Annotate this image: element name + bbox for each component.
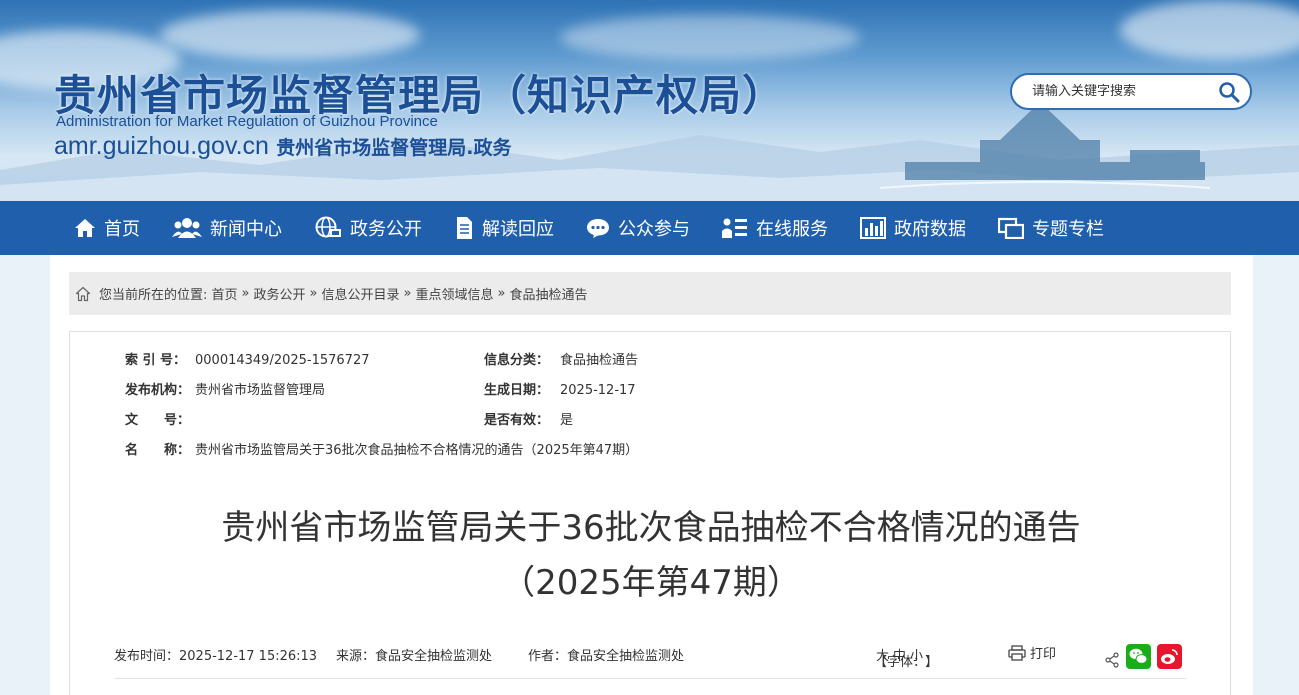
nav-item-label: 首页 [104, 219, 140, 240]
breadcrumb-separator: » [309, 286, 318, 301]
nav-item-government-data[interactable]: 政府数据 [860, 215, 966, 241]
search-icon[interactable] [1218, 81, 1240, 103]
site-domain-url: amr.guizhou.gov.cn [54, 132, 269, 160]
content-page: 您当前所在的位置: 首页 » 政务公开 » 信息公开目录 » 重点领域信息 » … [50, 255, 1253, 695]
publish-time: 发布时间：2025-12-17 15:26:13 [114, 649, 318, 664]
meta-label: 索 引 号： [125, 353, 187, 368]
meta-valid: 是否有效： 是 [484, 409, 573, 428]
meta-label: 生成日期： [484, 383, 550, 398]
meta-label: 文 号： [125, 413, 191, 428]
meta-value: 是 [560, 413, 574, 428]
article-container: 索 引 号： 000014349/2025-1576727 信息分类： 食品抽检通告… [69, 331, 1231, 695]
breadcrumb-link-food-inspection[interactable]: 食品抽检通告 [509, 284, 587, 303]
search-input[interactable] [1032, 84, 1212, 99]
search-box [1010, 73, 1252, 110]
person-list-icon [722, 218, 747, 238]
article-title-line: （2025年第47期） [501, 563, 801, 603]
font-size-label: 【字体： [874, 655, 927, 670]
banner-cloud [560, 15, 860, 60]
weibo-share-icon[interactable] [1157, 644, 1182, 669]
article-author: 作者：食品安全抽检监测处 [528, 649, 685, 664]
site-domain-suffix: 贵州省市场监督管理局.政务 [276, 137, 512, 159]
nav-item-online-service[interactable]: 在线服务 [722, 215, 828, 241]
printer-icon [1008, 644, 1026, 661]
meta-label: 是否有效： [484, 413, 550, 428]
print-label: 打印 [1030, 647, 1057, 662]
nav-item-label: 专题专栏 [1032, 219, 1104, 240]
breadcrumb-separator: » [403, 286, 412, 301]
globe-icon [315, 216, 341, 238]
font-size-label-close: 】 [925, 655, 939, 670]
meta-index-no: 索 引 号： 000014349/2025-1576727 [125, 349, 370, 368]
breadcrumb-prefix: 您当前所在的位置: [99, 288, 208, 303]
breadcrumb-link-directory[interactable]: 信息公开目录 [322, 284, 400, 303]
banner-cloud [160, 10, 420, 60]
article-source: 来源：食品安全抽检监测处 [336, 649, 493, 664]
home-icon [75, 219, 95, 237]
home-outline-icon [75, 286, 91, 301]
meta-category: 信息分类： 食品抽检通告 [484, 349, 638, 368]
meta-doc-no: 文 号： [125, 409, 195, 428]
meta-name: 名 称： 贵州省市场监管局关于36批次食品抽检不合格情况的通告（2025年第47期… [125, 439, 638, 458]
site-banner: 贵州省市场监督管理局（知识产权局） Administration for Mar… [0, 0, 1299, 201]
meta-label: 信息分类： [484, 353, 550, 368]
meta-value: 贵州省市场监管局关于36批次食品抽检不合格情况的通告（2025年第47期） [195, 443, 639, 458]
chat-icon [587, 219, 609, 238]
article-title: 贵州省市场监管局关于36批次食品抽检不合格情况的通告 （2025年第47期） [70, 501, 1232, 611]
breadcrumb-link-home[interactable]: 首页 [212, 284, 238, 303]
nav-item-special-topics[interactable]: 专题专栏 [998, 215, 1104, 241]
print-button[interactable]: 打印 [1008, 643, 1056, 662]
meta-label: 名 称： [125, 443, 191, 458]
wechat-share-icon[interactable] [1126, 644, 1151, 669]
breadcrumb-link-key-fields[interactable]: 重点领域信息 [415, 284, 493, 303]
breadcrumb-link-government-affairs[interactable]: 政务公开 [254, 284, 306, 303]
nav-item-label: 解读回应 [482, 219, 554, 240]
meta-value: 2025-12-17 [560, 383, 636, 398]
windows-icon [998, 217, 1024, 239]
nav-item-label: 新闻中心 [210, 219, 282, 240]
meta-publisher: 发布机构： 贵州省市场监督管理局 [125, 379, 325, 398]
nav-item-label: 在线服务 [756, 219, 828, 240]
site-title-en: Administration for Market Regulation of … [56, 113, 438, 130]
nav-item-interpretation[interactable]: 解读回应 [454, 215, 554, 241]
meta-label: 发布机构： [125, 383, 191, 398]
main-nav: 首页 新闻中心 政务公开 解读回应 公众参与 在线服务 政府数据 专题专栏 [0, 201, 1299, 255]
nav-item-label: 政府数据 [894, 219, 966, 240]
meta-value: 食品抽检通告 [560, 353, 639, 368]
breadcrumb-separator: » [497, 286, 506, 301]
nav-item-participation[interactable]: 公众参与 [586, 215, 690, 241]
meta-value: 贵州省市场监督管理局 [195, 383, 326, 398]
font-size-switcher: 【字体：大中小】 [874, 645, 938, 670]
breadcrumb-separator: » [241, 286, 250, 301]
site-domain: amr.guizhou.gov.cn 贵州省市场监督管理局.政务 [54, 132, 511, 161]
users-icon [172, 218, 202, 238]
meta-value: 000014349/2025-1576727 [195, 353, 370, 368]
article-title-line: 贵州省市场监管局关于36批次食品抽检不合格情况的通告 [221, 508, 1081, 548]
nav-item-government-affairs[interactable]: 政务公开 [314, 215, 422, 241]
nav-item-news[interactable]: 新闻中心 [172, 215, 282, 241]
bar-chart-icon [860, 217, 886, 239]
article-info-bar: 发布时间：2025-12-17 15:26:13 来源：食品安全抽检监测处 作者… [114, 639, 1186, 679]
nav-item-home[interactable]: 首页 [74, 215, 140, 241]
share-icon[interactable] [1104, 652, 1120, 668]
nav-item-label: 公众参与 [618, 219, 690, 240]
document-icon [457, 217, 472, 239]
nav-item-label: 政务公开 [350, 219, 422, 240]
banner-cloud [1120, 0, 1299, 60]
meta-date: 生成日期： 2025-12-17 [484, 379, 636, 398]
breadcrumb: 您当前所在的位置: 首页 » 政务公开 » 信息公开目录 » 重点领域信息 » … [69, 272, 1231, 315]
